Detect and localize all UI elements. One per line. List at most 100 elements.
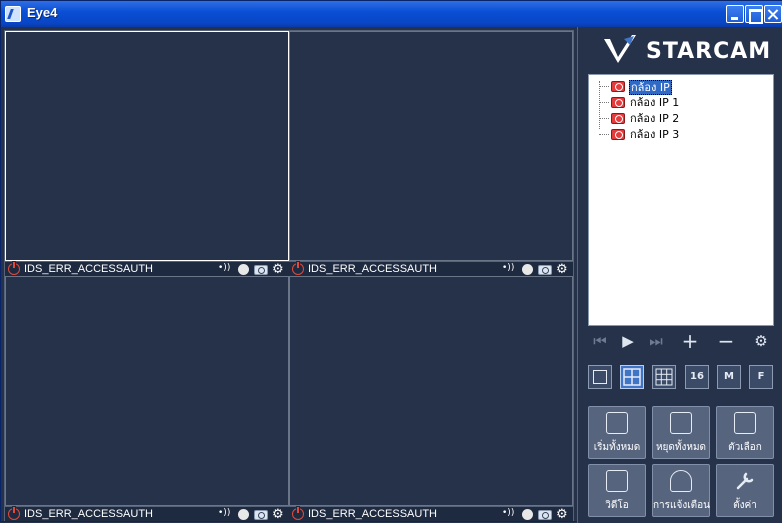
title-bar[interactable]: Eye4: [1, 1, 782, 27]
audio-icon[interactable]: •)): [218, 263, 230, 273]
alerts-button[interactable]: การแจ้งเตือน: [652, 464, 710, 517]
camera-icon: [611, 97, 625, 108]
pane-statusbar: IDS_ERR_ACCESSAUTH •)) ⚙: [289, 261, 573, 276]
bell-icon: [670, 470, 692, 492]
power-icon[interactable]: [292, 506, 304, 520]
tree-item-label: กล้อง IP 2: [630, 112, 680, 125]
camera-icon: [611, 129, 625, 140]
gear-icon[interactable]: ⚙: [751, 331, 771, 351]
layout-nine-button[interactable]: [652, 365, 676, 389]
start-all-label: เริ่มทั้งหมด: [593, 442, 641, 453]
layout-f-button[interactable]: F: [749, 365, 773, 389]
alerts-label: การแจ้งเตือน: [653, 500, 710, 511]
video-view[interactable]: [5, 276, 289, 506]
power-icon[interactable]: [8, 261, 20, 275]
logo-mark-icon: [604, 35, 636, 63]
power-icon[interactable]: [292, 261, 304, 275]
pane-status-text: IDS_ERR_ACCESSAUTH: [24, 508, 153, 520]
tree-branch: [599, 102, 609, 103]
starcam-logo: STARCAM: [602, 33, 772, 67]
network-stop-icon: [670, 412, 692, 434]
skip-back-icon[interactable]: ⏮: [590, 331, 610, 351]
camera-icon: [611, 81, 625, 92]
logo-text: STARCAM: [646, 39, 772, 64]
snapshot-icon[interactable]: [254, 265, 268, 275]
stop-all-button[interactable]: หยุดทั้งหมด: [652, 406, 710, 459]
layout-sixteen-button[interactable]: 16: [685, 365, 709, 389]
video-view[interactable]: [5, 31, 289, 261]
video-file-icon: [606, 470, 628, 492]
tree-item-label: กล้อง IP 3: [630, 128, 680, 141]
options-icon: [734, 412, 756, 434]
action-grid: เริ่มทั้งหมด หยุดทั้งหมด ตัวเลือก วิดีโอ…: [588, 406, 774, 518]
options-button[interactable]: ตัวเลือก: [716, 406, 774, 459]
snapshot-icon[interactable]: [538, 265, 552, 275]
gear-icon[interactable]: ⚙: [556, 263, 569, 276]
pane-statusbar: IDS_ERR_ACCESSAUTH •)) ⚙: [5, 261, 289, 276]
pane-status-text: IDS_ERR_ACCESSAUTH: [308, 263, 437, 275]
layout-selector: 16 M F: [588, 365, 774, 391]
app-icon: [5, 6, 21, 22]
tree-item-camera[interactable]: กล้อง IP 1: [599, 95, 769, 110]
snapshot-icon[interactable]: [538, 510, 552, 520]
pane-status-text: IDS_ERR_ACCESSAUTH: [308, 508, 437, 520]
video-label: วิดีโอ: [605, 500, 629, 511]
close-button[interactable]: [764, 5, 782, 23]
video-pane-3[interactable]: IDS_ERR_ACCESSAUTH •)) ⚙: [5, 276, 289, 521]
minimize-button[interactable]: [726, 5, 744, 23]
record-icon[interactable]: [238, 264, 249, 275]
window-title: Eye4: [27, 5, 58, 20]
tree-item-label: กล้อง IP 1: [630, 96, 680, 109]
maximize-button[interactable]: [745, 5, 763, 24]
device-tree[interactable]: กล้อง IP กล้อง IP 1 กล้อง IP 2 กล้อง IP …: [588, 74, 774, 326]
layout-single-button[interactable]: [588, 365, 612, 389]
video-pane-2[interactable]: IDS_ERR_ACCESSAUTH •)) ⚙: [289, 31, 573, 276]
add-device-button[interactable]: +: [680, 331, 700, 351]
video-pane-4[interactable]: IDS_ERR_ACCESSAUTH •)) ⚙: [289, 276, 573, 521]
layout-m-button[interactable]: M: [717, 365, 741, 389]
record-icon[interactable]: [522, 264, 533, 275]
tree-item-camera[interactable]: กล้อง IP 2: [599, 111, 769, 126]
play-icon[interactable]: ▶: [618, 331, 638, 351]
pane-statusbar: IDS_ERR_ACCESSAUTH •)) ⚙: [289, 506, 573, 521]
stop-all-label: หยุดทั้งหมด: [655, 442, 707, 453]
video-button[interactable]: วิดีโอ: [588, 464, 646, 517]
tree-item-camera[interactable]: กล้อง IP: [599, 79, 769, 95]
remove-device-button[interactable]: −: [716, 331, 736, 351]
layout-quad-button[interactable]: [620, 365, 644, 389]
tree-item-camera[interactable]: กล้อง IP 3: [599, 127, 769, 142]
app-window: Eye4 IDS_ERR_ACCESSAUTH •)) ⚙ IDS_ERR_AC…: [0, 0, 782, 523]
wrench-icon: [734, 470, 756, 492]
pane-statusbar: IDS_ERR_ACCESSAUTH •)) ⚙: [5, 506, 289, 521]
single-view-icon: [593, 370, 607, 384]
audio-icon[interactable]: •)): [502, 508, 514, 518]
nine-view-icon: [655, 368, 673, 386]
start-all-button[interactable]: เริ่มทั้งหมด: [588, 406, 646, 459]
settings-label: ตั้งค่า: [733, 500, 757, 511]
tree-item-label: กล้อง IP: [629, 80, 672, 95]
gear-icon[interactable]: ⚙: [272, 263, 285, 276]
video-view[interactable]: [289, 31, 573, 261]
video-pane-1[interactable]: IDS_ERR_ACCESSAUTH •)) ⚙: [5, 31, 289, 276]
tree-branch: [599, 118, 609, 119]
gear-icon[interactable]: ⚙: [272, 508, 285, 521]
record-icon[interactable]: [522, 509, 533, 520]
network-start-icon: [606, 412, 628, 434]
quad-view-icon: [623, 368, 641, 386]
record-icon[interactable]: [238, 509, 249, 520]
power-icon[interactable]: [8, 506, 20, 520]
camera-icon: [611, 113, 625, 124]
gear-icon[interactable]: ⚙: [556, 508, 569, 521]
audio-icon[interactable]: •)): [502, 263, 514, 273]
control-panel: STARCAM กล้อง IP กล้อง IP 1 กล้อง IP 2 ก…: [577, 27, 782, 523]
video-view[interactable]: [289, 276, 573, 506]
snapshot-icon[interactable]: [254, 510, 268, 520]
audio-icon[interactable]: •)): [218, 508, 230, 518]
tree-branch: [599, 86, 609, 87]
tree-toolbar: ⏮ ▶ ⏭ + − ⚙: [588, 331, 774, 351]
skip-forward-icon[interactable]: ⏭: [646, 331, 666, 351]
tree-branch: [599, 134, 609, 135]
settings-button[interactable]: ตั้งค่า: [716, 464, 774, 517]
video-grid: IDS_ERR_ACCESSAUTH •)) ⚙ IDS_ERR_ACCESSA…: [4, 30, 574, 521]
pane-status-text: IDS_ERR_ACCESSAUTH: [24, 263, 153, 275]
